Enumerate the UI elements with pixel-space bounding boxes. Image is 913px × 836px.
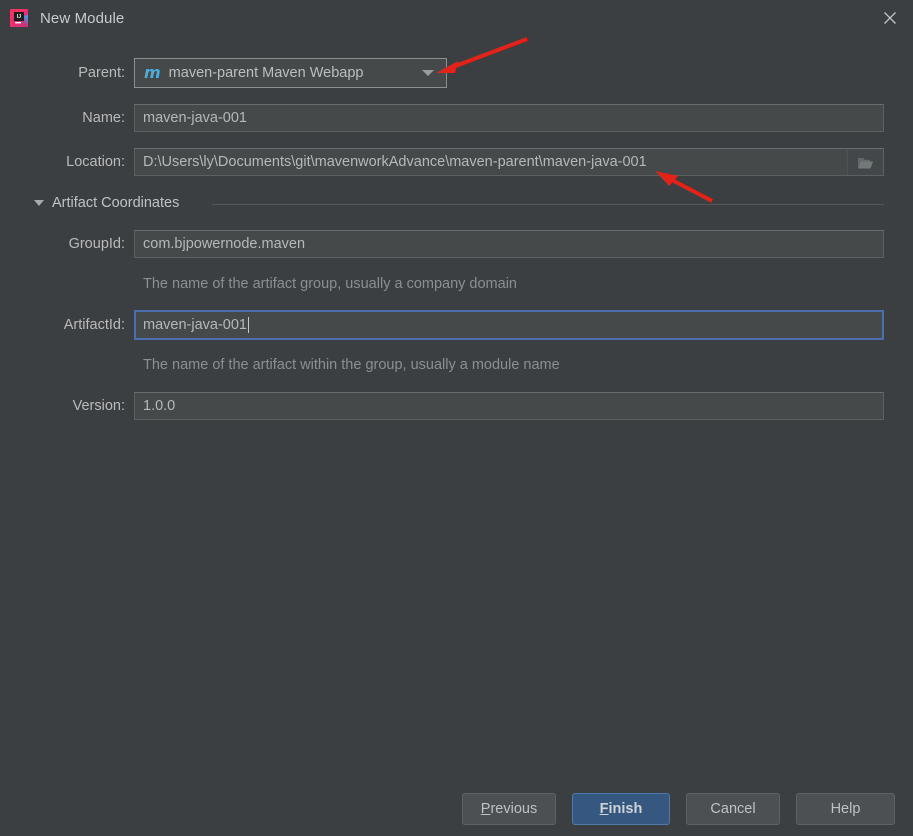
help-button-label: Help <box>830 801 861 817</box>
version-row: Version: 1.0.0 <box>0 392 913 420</box>
previous-button-mnemonic: P <box>480 801 491 817</box>
name-input[interactable]: maven-java-001 <box>134 104 884 132</box>
cancel-button-label: Cancel <box>710 801 756 817</box>
intellij-idea-icon: IJ <box>10 9 28 27</box>
folder-icon[interactable] <box>847 150 882 175</box>
artifactid-row: ArtifactId: maven-java-001 <box>0 310 913 340</box>
help-button[interactable]: Help <box>796 793 895 825</box>
parent-combobox[interactable]: m maven-parent Maven Webapp <box>134 58 447 88</box>
groupid-input[interactable]: com.bjpowernode.maven <box>134 230 884 258</box>
location-input[interactable]: D:\Users\ly\Documents\git\mavenworkAdvan… <box>134 148 884 176</box>
title-bar: IJ New Module <box>0 0 913 36</box>
svg-text:IJ: IJ <box>17 14 21 20</box>
groupid-hint: The name of the artifact group, usually … <box>143 276 517 292</box>
version-label: Version: <box>72 398 125 414</box>
parent-row: Parent: m maven-parent Maven Webapp <box>0 58 913 88</box>
groupid-label: GroupId: <box>68 236 125 252</box>
finish-button-label: inish <box>608 801 643 817</box>
maven-module-icon: m <box>144 63 161 82</box>
groupid-input-value: com.bjpowernode.maven <box>143 236 306 252</box>
name-label: Name: <box>82 110 125 126</box>
artifactid-input-value: maven-java-001 <box>143 317 247 333</box>
parent-label: Parent: <box>78 65 125 81</box>
version-input-value: 1.0.0 <box>143 398 176 414</box>
artifactid-label: ArtifactId: <box>63 317 125 333</box>
name-row: Name: maven-java-001 <box>0 104 913 132</box>
location-input-value: D:\Users\ly\Documents\git\mavenworkAdvan… <box>143 154 647 170</box>
location-row: Location: D:\Users\ly\Documents\git\mave… <box>0 148 913 176</box>
version-input[interactable]: 1.0.0 <box>134 392 884 420</box>
chevron-down-icon[interactable] <box>422 70 434 76</box>
groupid-row: GroupId: com.bjpowernode.maven <box>0 230 913 258</box>
previous-button[interactable]: Previous <box>462 793 556 825</box>
parent-combobox-value: maven-parent Maven Webapp <box>168 65 364 81</box>
triangle-down-icon[interactable] <box>34 200 44 206</box>
location-label: Location: <box>66 154 125 170</box>
cancel-button[interactable]: Cancel <box>686 793 780 825</box>
finish-button[interactable]: Finish <box>572 793 670 825</box>
section-divider <box>212 204 884 205</box>
close-icon[interactable] <box>867 0 913 36</box>
finish-button-mnemonic: F <box>599 801 609 817</box>
artifactid-input[interactable]: maven-java-001 <box>134 310 884 340</box>
artifactid-hint: The name of the artifact within the grou… <box>143 357 560 373</box>
window-title: New Module <box>40 9 125 27</box>
artifact-coordinates-label: Artifact Coordinates <box>52 195 180 211</box>
artifact-coordinates-section-header[interactable]: Artifact Coordinates <box>0 193 913 213</box>
text-caret <box>247 317 249 333</box>
name-input-value: maven-java-001 <box>143 110 247 126</box>
previous-button-label: revious <box>490 801 538 817</box>
